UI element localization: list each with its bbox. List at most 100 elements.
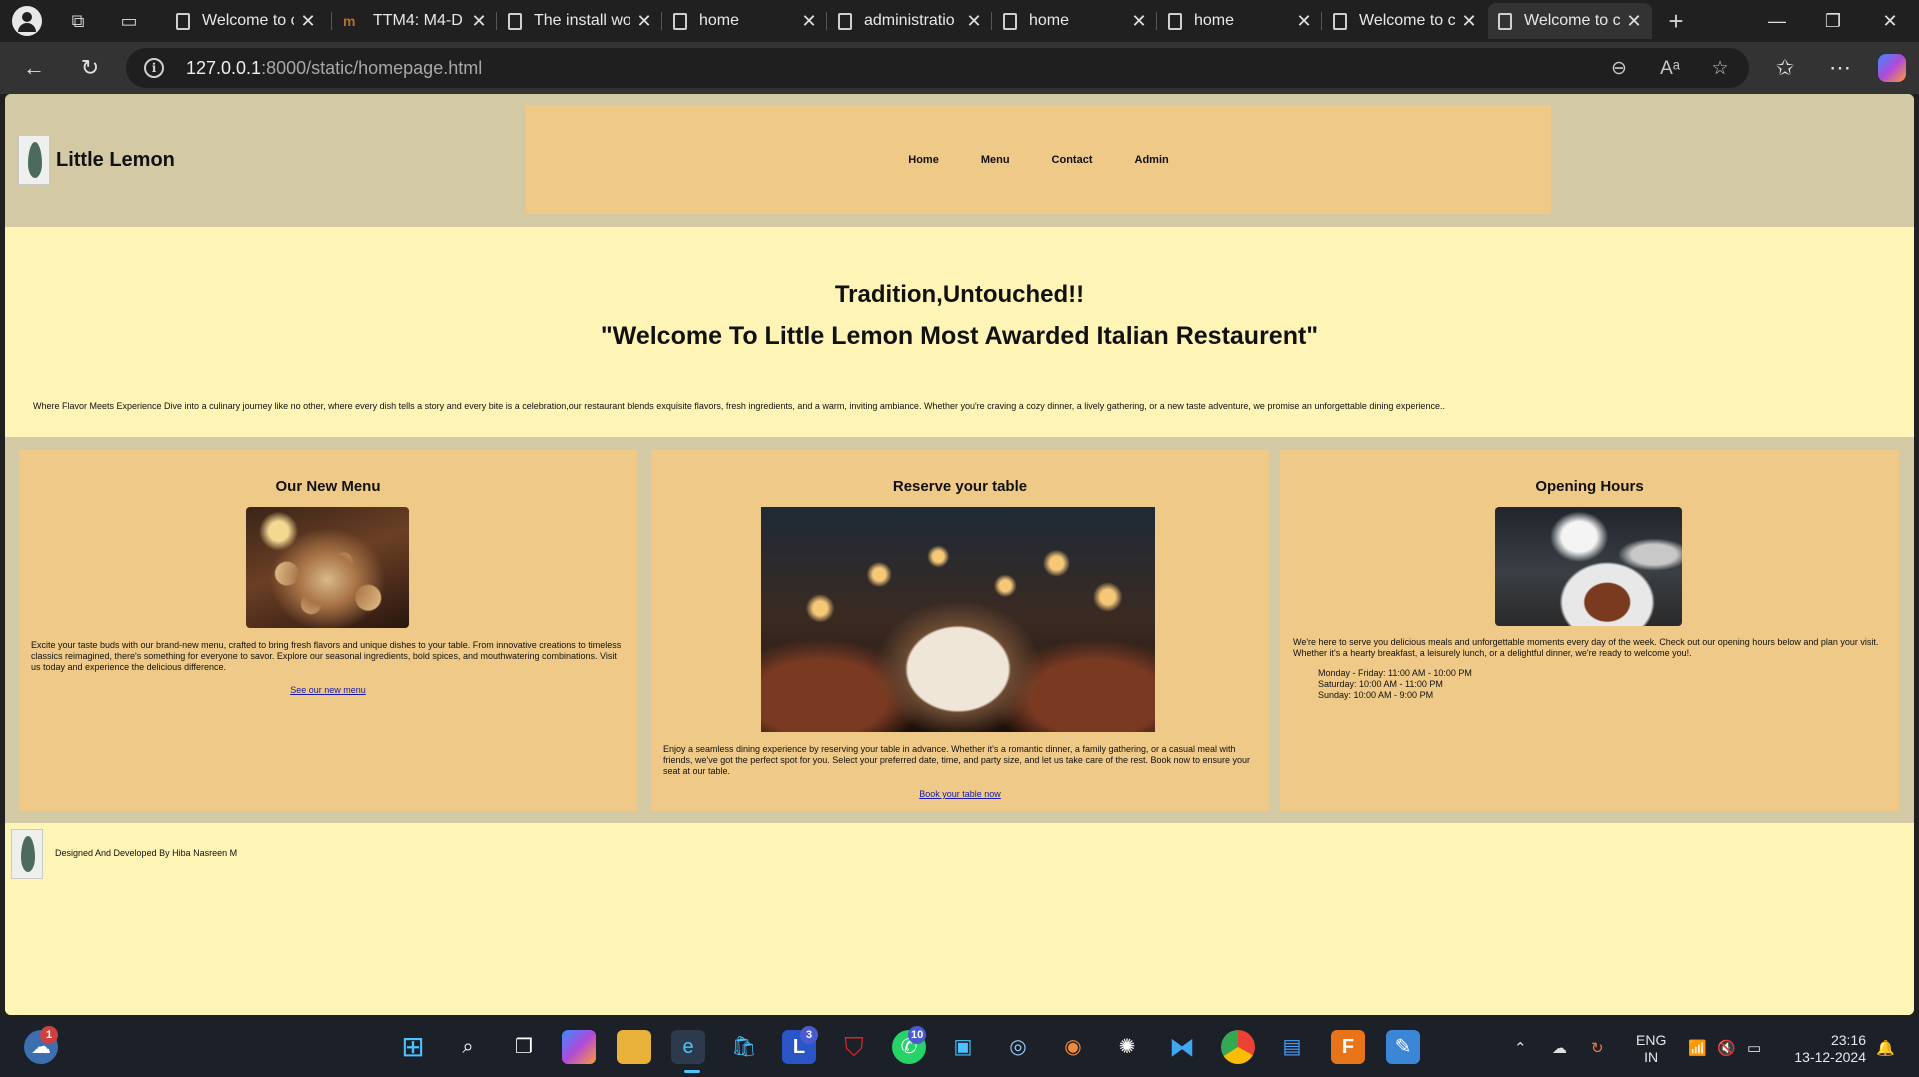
page-icon [838, 12, 852, 30]
remote-desktop-icon[interactable]: ▣ [946, 1030, 980, 1064]
browser-tab-strip: ⧉ ▭ Welcome to c ✕ m TTM4: M4-D ✕ The in… [0, 0, 1919, 42]
onedrive-icon[interactable]: ☁ [1552, 1039, 1567, 1057]
mcafee-icon[interactable]: ⛉ [837, 1030, 871, 1064]
teams-badge: 3 [800, 1026, 818, 1044]
close-tab-icon[interactable]: ✕ [1461, 11, 1477, 32]
chatgpt-icon[interactable]: ✺ [1110, 1030, 1144, 1064]
dining-room-image [761, 507, 1155, 732]
new-tab-icon[interactable]: + [1664, 8, 1688, 34]
brand[interactable]: Little Lemon [18, 135, 175, 185]
lemon-logo-icon [18, 135, 50, 185]
tab-5[interactable]: administratio ✕ [828, 3, 992, 39]
notification-bell-icon[interactable]: 🔔 [1876, 1039, 1895, 1057]
notepad-icon[interactable]: ▤ [1275, 1030, 1309, 1064]
tab-4[interactable]: home ✕ [663, 3, 827, 39]
hero-subheading: "Welcome To Little Lemon Most Awarded It… [600, 322, 1319, 350]
site-footer: Designed And Developed By Hiba Nasreen M [5, 823, 1914, 1015]
tab-6[interactable]: home ✕ [993, 3, 1157, 39]
favorites-icon[interactable]: ✩ [1771, 54, 1799, 82]
vscode-icon[interactable]: ⧓ [1165, 1030, 1199, 1064]
card-text: Enjoy a seamless dining experience by re… [663, 744, 1251, 776]
address-bar[interactable]: i 127.0.0.1:8000/static/homepage.html ⊖ … [126, 48, 1749, 88]
tab-7[interactable]: home ✕ [1158, 3, 1322, 39]
url-text[interactable]: 127.0.0.1:8000/static/homepage.html [186, 58, 482, 79]
battery-icon[interactable]: ▭ [1747, 1039, 1761, 1057]
page-icon [1333, 12, 1347, 30]
search-icon[interactable]: ⌕ [451, 1030, 485, 1064]
clock[interactable]: 23:16 13-12-2024 [1786, 1032, 1866, 1066]
wifi-icon[interactable]: 📶 [1688, 1039, 1707, 1057]
nav-admin[interactable]: Admin [1135, 154, 1169, 166]
windows-taskbar: ☁ 1 ⊞ ⌕ ❐ e 🛍 L 3 ⛉ ✆ 10 ▣ ◎ ◉ ✺ ⧓ ▤ F ✎… [0, 1017, 1919, 1077]
page-viewport: Little Lemon Home Menu Contact Admin Tra… [5, 94, 1914, 1015]
page-icon [1498, 12, 1512, 30]
read-aloud-icon[interactable]: Aᵃ [1657, 56, 1683, 82]
show-hidden-icons[interactable]: ⌃ [1514, 1039, 1527, 1057]
restore-icon[interactable]: ❐ [1809, 4, 1857, 38]
close-window-icon[interactable]: ✕ [1866, 4, 1914, 38]
tab-2[interactable]: m TTM4: M4-D ✕ [333, 3, 497, 39]
site-header: Little Lemon Home Menu Contact Admin [5, 94, 1914, 227]
close-tab-icon[interactable]: ✕ [1296, 11, 1312, 32]
language-indicator[interactable]: ENG IN [1636, 1032, 1666, 1066]
start-icon[interactable]: ⊞ [396, 1030, 430, 1064]
paint-icon[interactable]: ✎ [1386, 1030, 1420, 1064]
network-tool-icon[interactable]: ◎ [1001, 1030, 1035, 1064]
tab-3[interactable]: The install wo ✕ [498, 3, 662, 39]
hero-heading: Tradition,Untouched!! [834, 281, 1085, 308]
see-menu-link[interactable]: See our new menu [19, 685, 637, 695]
hero-section: Tradition,Untouched!! "Welcome To Little… [5, 227, 1914, 437]
close-tab-icon[interactable]: ✕ [801, 11, 817, 32]
tab-8[interactable]: Welcome to c ✕ [1323, 3, 1487, 39]
tab-9-active[interactable]: Welcome to c ✕ [1488, 3, 1652, 39]
clock-time: 23:16 [1830, 1032, 1866, 1048]
card-title: Our New Menu [275, 478, 381, 495]
more-menu-icon[interactable]: ⋯ [1826, 54, 1854, 82]
tab-1[interactable]: Welcome to c ✕ [166, 3, 326, 39]
opening-hours-list: Monday - Friday: 11:00 AM - 10:00 PM Sat… [1318, 668, 1472, 701]
close-tab-icon[interactable]: ✕ [300, 11, 316, 32]
zoom-out-icon[interactable]: ⊖ [1606, 56, 1632, 82]
chrome-icon[interactable] [1221, 1030, 1255, 1064]
file-explorer-icon[interactable] [617, 1030, 651, 1064]
hours-weekdays: Monday - Friday: 11:00 AM - 10:00 PM [1318, 668, 1472, 678]
cards-section: Our New Menu Excite your taste buds with… [5, 437, 1914, 823]
close-tab-icon[interactable]: ✕ [1626, 11, 1642, 32]
favorite-star-icon[interactable]: ☆ [1707, 56, 1733, 82]
footer-logo-icon [11, 829, 43, 879]
reserve-card: Reserve your table Enjoy a seamless dini… [651, 450, 1269, 811]
copilot-icon[interactable] [1878, 54, 1906, 82]
workspaces-icon[interactable]: ⧉ [66, 9, 90, 33]
edge-icon[interactable]: e [671, 1030, 705, 1064]
refresh-icon[interactable]: ↻ [76, 54, 104, 82]
filezilla-icon[interactable]: F [1331, 1030, 1365, 1064]
sync-icon[interactable]: ↻ [1591, 1039, 1604, 1057]
minimize-icon[interactable]: — [1753, 4, 1801, 38]
nav-home[interactable]: Home [908, 154, 939, 166]
back-icon[interactable]: ← [20, 54, 48, 82]
site-info-icon[interactable]: i [144, 58, 164, 78]
close-tab-icon[interactable]: ✕ [1131, 11, 1147, 32]
profile-avatar-icon[interactable] [12, 6, 42, 36]
nav-menu[interactable]: Menu [981, 154, 1010, 166]
main-nav: Home Menu Contact Admin [526, 105, 1551, 214]
store-icon[interactable]: 🛍 [727, 1030, 761, 1064]
close-tab-icon[interactable]: ✕ [636, 11, 652, 32]
nav-contact[interactable]: Contact [1052, 154, 1093, 166]
clock-date: 13-12-2024 [1794, 1049, 1866, 1065]
moodle-icon: m [343, 12, 356, 29]
vertical-tabs-icon[interactable]: ▭ [117, 9, 141, 33]
hero-text: Where Flavor Meets Experience Dive into … [33, 401, 1445, 411]
copilot-taskbar-icon[interactable] [562, 1030, 596, 1064]
page-icon [673, 12, 687, 30]
task-view-icon[interactable]: ❐ [507, 1030, 541, 1064]
close-tab-icon[interactable]: ✕ [471, 11, 487, 32]
firefox-icon[interactable]: ◉ [1056, 1030, 1090, 1064]
page-icon [1003, 12, 1017, 30]
hours-saturday: Saturday: 10:00 AM - 11:00 PM [1318, 679, 1443, 689]
close-tab-icon[interactable]: ✕ [966, 11, 982, 32]
book-table-link[interactable]: Book your table now [651, 789, 1269, 799]
footer-credit: Designed And Developed By Hiba Nasreen M [55, 848, 238, 858]
volume-muted-icon[interactable]: 🔇 [1717, 1039, 1736, 1057]
food-spread-image [246, 507, 409, 628]
